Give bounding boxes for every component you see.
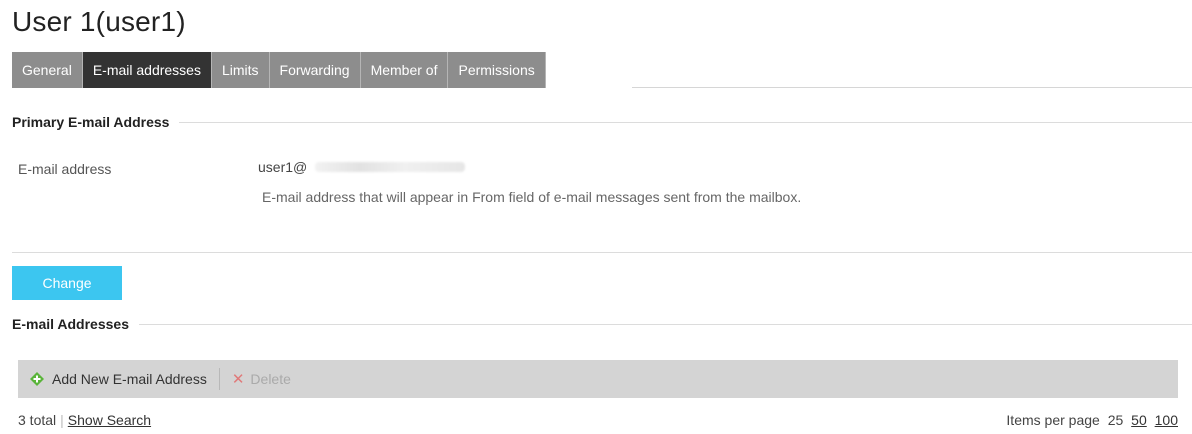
delete-button[interactable]: ✕ Delete	[232, 360, 291, 398]
email-address-label: E-mail address	[18, 161, 112, 177]
redacted-domain	[315, 162, 466, 172]
x-icon: ✕	[231, 370, 245, 388]
tab-limits[interactable]: Limits	[211, 52, 270, 88]
email-addresses-section-header: E-mail Addresses	[12, 315, 1192, 333]
addresses-toolbar: Add New E-mail Address ✕ Delete	[18, 360, 1178, 398]
total-count: 3 total	[18, 412, 57, 428]
section-rule	[138, 323, 1192, 325]
email-addresses-section-title: E-mail Addresses	[12, 316, 129, 332]
primary-email-hint: E-mail address that will appear in From …	[262, 189, 802, 205]
tab-member-of[interactable]: Member of	[360, 52, 449, 88]
footer-separator: |	[60, 412, 64, 428]
tab-permissions[interactable]: Permissions	[448, 52, 546, 88]
add-email-button[interactable]: Add New E-mail Address	[30, 360, 207, 398]
add-email-label: Add New E-mail Address	[52, 371, 207, 387]
section-divider	[12, 252, 1192, 253]
plus-diamond-icon	[30, 372, 44, 386]
tab-email-addresses[interactable]: E-mail addresses	[82, 52, 212, 88]
primary-email-prefix: user1@	[258, 159, 308, 175]
page-title: User 1(user1)	[12, 6, 186, 37]
pagination-size: Items per page 25 50 100	[1006, 412, 1178, 428]
primary-email-value: user1@	[258, 159, 466, 175]
show-search-link[interactable]: Show Search	[68, 412, 151, 428]
items-per-page-label: Items per page	[1006, 412, 1100, 428]
tab-forwarding[interactable]: Forwarding	[269, 52, 361, 88]
list-summary: 3 total | Show Search	[18, 412, 151, 428]
primary-email-section-title: Primary E-mail Address	[12, 114, 170, 130]
primary-email-section-header: Primary E-mail Address	[12, 113, 1192, 131]
change-button[interactable]: Change	[12, 266, 122, 300]
delete-label: Delete	[250, 371, 291, 387]
tab-bar: General E-mail addresses Limits Forwardi…	[12, 52, 546, 88]
page-size-option-100[interactable]: 100	[1155, 412, 1178, 428]
page-size-option-50[interactable]: 50	[1131, 412, 1147, 428]
tab-general[interactable]: General	[12, 52, 83, 88]
page-size-current: 25	[1107, 412, 1124, 428]
tab-baseline	[632, 87, 1192, 88]
section-rule	[179, 121, 1192, 123]
toolbar-separator	[218, 368, 220, 390]
